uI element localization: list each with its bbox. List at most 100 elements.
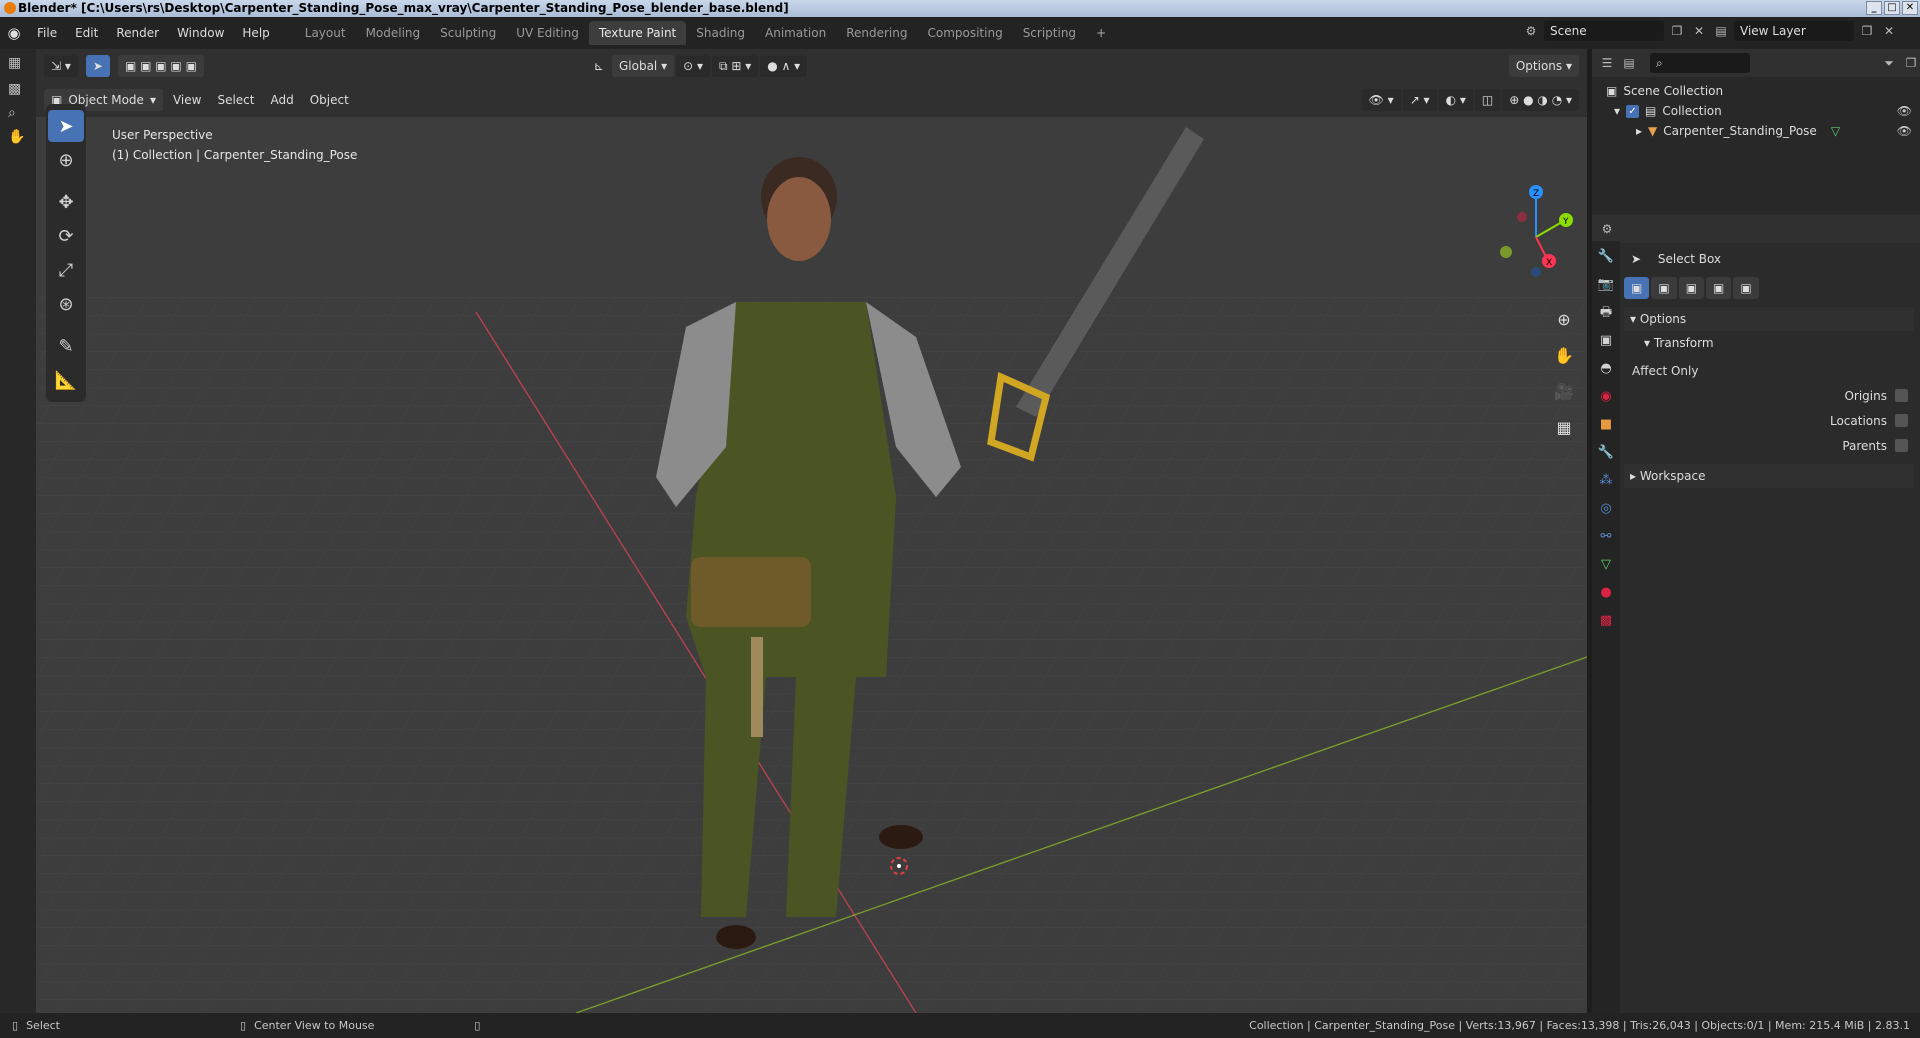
delete-view-layer-icon[interactable]: ✕ xyxy=(1880,22,1898,40)
texture-tab-icon[interactable]: ▩ xyxy=(1600,607,1612,635)
delete-scene-icon[interactable]: ✕ xyxy=(1690,22,1708,40)
options-dropdown[interactable]: Options ▾ xyxy=(1508,55,1579,77)
menu-select[interactable]: Select xyxy=(209,93,262,107)
tab-modeling[interactable]: Modeling xyxy=(356,21,431,45)
collection-visibility-icon[interactable]: 👁 xyxy=(1897,104,1912,118)
scene-icon[interactable]: ⚙ xyxy=(1522,22,1540,40)
origins-checkbox[interactable] xyxy=(1895,389,1908,402)
view-layer-field[interactable]: View Layer xyxy=(1734,21,1854,41)
scale-tool-icon[interactable]: ⤢ xyxy=(48,254,84,286)
blender-menu-icon[interactable]: ◉ xyxy=(0,24,28,42)
rotate-tool-icon[interactable]: ⟳ xyxy=(48,220,84,252)
texture-paint-icon[interactable]: ▩ xyxy=(0,77,36,101)
zoom-icon[interactable]: ⌕ xyxy=(0,101,36,125)
data-tab-icon[interactable]: ▽ xyxy=(1601,551,1611,579)
locations-checkbox[interactable] xyxy=(1895,414,1908,427)
new-collection-icon[interactable]: ❐ xyxy=(1902,54,1920,72)
mode-intersect-button[interactable]: ▣ xyxy=(1733,277,1759,299)
measure-tool-icon[interactable]: 📐 xyxy=(48,364,84,396)
workspace-panel-header[interactable]: ▸ Workspace xyxy=(1624,464,1914,488)
expand-arrow-icon[interactable]: ▸ xyxy=(1636,124,1642,138)
menu-object[interactable]: Object xyxy=(302,93,357,107)
menu-window[interactable]: Window xyxy=(168,26,233,40)
select-box-tool-icon[interactable]: ➤ xyxy=(1624,248,1649,270)
display-mode-icon[interactable]: ▤ xyxy=(1620,54,1638,72)
mode-invert-button[interactable]: ▣ xyxy=(1706,277,1732,299)
zoom-view-icon[interactable]: ⊕ xyxy=(1551,307,1577,333)
pivot-dropdown[interactable]: ⊙ ▾ xyxy=(676,55,711,77)
expand-arrow-icon[interactable]: ▾ xyxy=(1614,104,1620,118)
scene-name-field[interactable]: Scene xyxy=(1544,21,1664,41)
view-layer-icon[interactable]: ▤ xyxy=(1712,22,1730,40)
orientation-icon[interactable]: ⊾ xyxy=(586,59,612,73)
3d-viewport[interactable]: Z Y X User Perspective (1) Collection | … xyxy=(36,117,1587,1013)
navigation-gizmo[interactable]: Z Y X xyxy=(1500,185,1573,277)
maximize-button[interactable]: □ xyxy=(1884,1,1900,15)
scene-tab-icon[interactable]: ◓ xyxy=(1600,355,1611,383)
menu-view[interactable]: View xyxy=(165,93,209,107)
tab-rendering[interactable]: Rendering xyxy=(836,21,917,45)
parents-option[interactable]: Parents xyxy=(1624,433,1914,458)
collection-checkbox[interactable]: ✓ xyxy=(1626,104,1640,118)
xray-toggle[interactable]: ◫ xyxy=(1474,89,1501,111)
select-box-tool[interactable]: ➤ xyxy=(48,110,84,142)
properties-editor-icon[interactable]: ⚙ ▾ xyxy=(1598,220,1616,254)
tab-layout[interactable]: Layout xyxy=(295,21,356,45)
outliner-row-scene-collection[interactable]: ▣ Scene Collection xyxy=(1592,81,1920,101)
menu-help[interactable]: Help xyxy=(233,26,278,40)
menu-render[interactable]: Render xyxy=(107,26,168,40)
move-tool-icon[interactable]: ✥ xyxy=(48,186,84,218)
visibility-dropdown[interactable]: 👁 ▾ xyxy=(1361,89,1401,111)
transform-tool-icon[interactable]: ⊛ xyxy=(48,288,84,320)
orientation-dropdown[interactable]: Global ▾ xyxy=(611,55,675,77)
add-workspace-icon[interactable]: + xyxy=(1086,21,1116,45)
material-tab-icon[interactable]: ● xyxy=(1600,579,1611,607)
mode-subtract-button[interactable]: ▣ xyxy=(1678,277,1705,299)
particles-tab-icon[interactable]: ⁂ xyxy=(1600,467,1613,495)
output-tab-icon[interactable]: 🖶 xyxy=(1600,299,1612,327)
outliner-editor-icon[interactable]: ☰ xyxy=(1598,54,1616,72)
origins-option[interactable]: Origins xyxy=(1624,383,1914,408)
camera-view-icon[interactable]: 🎥 xyxy=(1551,379,1577,405)
selection-mode-buttons[interactable]: ▣ ▣ ▣ ▣ ▣ xyxy=(117,55,204,77)
minimize-button[interactable]: _ xyxy=(1866,1,1882,15)
snap-toggle[interactable]: ⧉ ⊞ ▾ xyxy=(712,55,759,77)
tab-scripting[interactable]: Scripting xyxy=(1013,21,1086,45)
gizmo-toggle[interactable]: ↗ ▾ xyxy=(1402,89,1437,111)
object-tab-icon[interactable]: ■ xyxy=(1600,411,1612,439)
tab-uv-editing[interactable]: UV Editing xyxy=(506,21,589,45)
object-visibility-icon[interactable]: 👁 xyxy=(1897,124,1912,138)
tool-mode-dropdown[interactable]: ⇲ ▾ xyxy=(44,55,78,77)
outliner-row-collection[interactable]: ▾ ✓ ▤ Collection 👁 xyxy=(1592,101,1920,121)
proportional-edit-toggle[interactable]: ● ∧ ▾ xyxy=(760,55,808,77)
cursor-tool-icon[interactable]: ⊕ xyxy=(48,144,84,176)
menu-add[interactable]: Add xyxy=(262,93,301,107)
editor-type-icon[interactable]: ▦ xyxy=(0,49,36,77)
shading-mode-buttons[interactable]: ⊕ ● ◑ ◔ ▾ xyxy=(1502,89,1579,111)
menu-file[interactable]: File xyxy=(28,26,66,40)
mode-set-button[interactable]: ▣ xyxy=(1624,277,1650,299)
modifier-tab-icon[interactable]: 🔧 xyxy=(1598,439,1614,467)
tab-texture-paint[interactable]: Texture Paint xyxy=(588,21,687,45)
parents-checkbox[interactable] xyxy=(1895,439,1908,452)
physics-tab-icon[interactable]: ◎ xyxy=(1600,495,1611,523)
tab-sculpting[interactable]: Sculpting xyxy=(430,21,506,45)
overlay-toggle[interactable]: ◐ ▾ xyxy=(1438,89,1473,111)
ortho-toggle-icon[interactable]: ▦ xyxy=(1551,415,1577,441)
outliner-row-object[interactable]: ▸ ▼ Carpenter_Standing_Pose ▽ 👁 xyxy=(1592,121,1920,141)
constraints-tab-icon[interactable]: ⚯ xyxy=(1601,523,1612,551)
pan-view-icon[interactable]: ✋ xyxy=(1551,343,1577,369)
annotate-tool-icon[interactable]: ✎ xyxy=(48,330,84,362)
close-button[interactable]: ✕ xyxy=(1902,1,1918,15)
new-scene-icon[interactable]: ❐ xyxy=(1668,22,1686,40)
transform-subpanel-header[interactable]: ▾ Transform xyxy=(1624,331,1914,355)
tab-shading[interactable]: Shading xyxy=(686,21,755,45)
hand-icon[interactable]: ✋ xyxy=(0,125,36,149)
select-box-tool-button[interactable]: ➤ xyxy=(85,55,110,77)
mode-extend-button[interactable]: ▣ xyxy=(1651,277,1677,299)
world-tab-icon[interactable]: ◉ xyxy=(1600,383,1611,411)
filter-icon[interactable]: ⏷ xyxy=(1880,54,1898,72)
tool-tab-icon[interactable]: 🔧 xyxy=(1598,243,1614,271)
tab-compositing[interactable]: Compositing xyxy=(917,21,1012,45)
outliner-search-input[interactable]: ⌕ xyxy=(1650,53,1750,73)
